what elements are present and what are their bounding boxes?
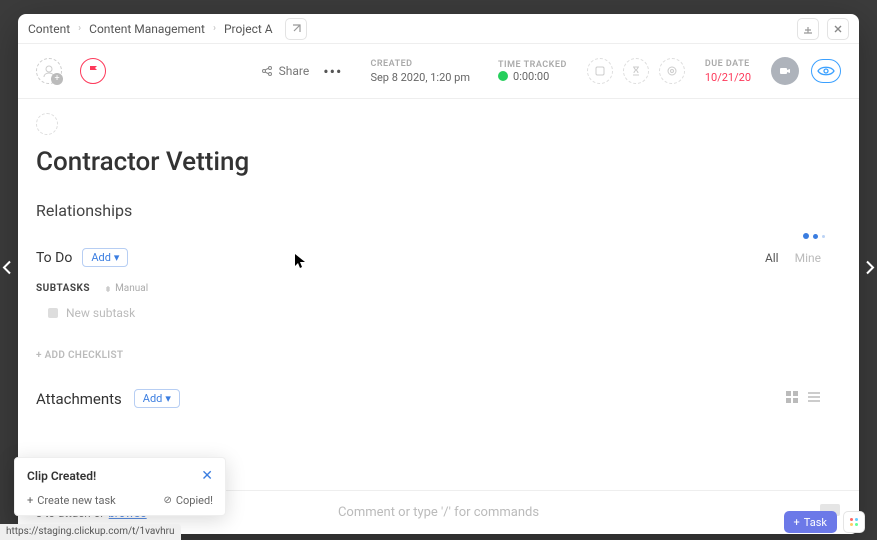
breadcrumb-bar: Content › Content Management › Project A <box>18 14 859 44</box>
open-new-icon[interactable] <box>285 18 307 40</box>
add-checklist-button[interactable]: + ADD CHECKLIST <box>36 350 841 361</box>
priority-flag-button[interactable] <box>80 58 106 84</box>
toast-copied-button[interactable]: ⊘ Copied! <box>163 494 213 507</box>
sprint-icon[interactable] <box>659 58 685 84</box>
grid-view-icon[interactable] <box>785 389 799 408</box>
todo-tab-all[interactable]: All <box>765 251 779 265</box>
loading-indicator <box>803 233 825 239</box>
plus-icon: + <box>51 73 63 85</box>
new-subtask-placeholder: New subtask <box>66 306 135 320</box>
time-tracked-label: TIME TRACKED <box>498 60 567 70</box>
status-url-bar: https://staging.clickup.com/t/1vavhru <box>0 524 181 540</box>
created-value: Sep 8 2020, 1:20 pm <box>370 71 470 84</box>
todo-tab-mine[interactable]: Mine <box>795 251 821 265</box>
comment-input[interactable]: Comment or type '/' for commands <box>338 505 539 520</box>
breadcrumb-item[interactable]: Content Management <box>89 22 205 36</box>
apps-grid-button[interactable] <box>843 511 865 533</box>
watchers-button[interactable] <box>811 59 841 83</box>
chevron-right-icon: › <box>78 23 81 34</box>
due-date-value: 10/21/20 <box>705 71 751 84</box>
sort-manual-toggle[interactable]: Manual <box>104 283 148 294</box>
task-header: + Share ••• CREATED Sep 8 2020, 1:20 pm … <box>18 44 859 99</box>
more-menu-icon[interactable]: ••• <box>323 62 342 81</box>
close-icon[interactable] <box>827 18 849 40</box>
new-task-fab[interactable]: + Task <box>784 511 837 533</box>
minimize-icon[interactable] <box>797 18 819 40</box>
link-icon: ⊘ <box>163 495 171 506</box>
due-date-meta[interactable]: DUE DATE 10/21/20 <box>705 59 751 84</box>
share-button[interactable]: Share <box>261 64 310 78</box>
due-date-label: DUE DATE <box>705 59 751 69</box>
breadcrumb-item[interactable]: Project A <box>224 22 273 36</box>
breadcrumb-item[interactable]: Content <box>28 22 70 36</box>
created-meta: CREATED Sep 8 2020, 1:20 pm <box>370 59 470 84</box>
task-body: Contractor Vetting Relationships To Do A… <box>18 99 859 490</box>
toast-title: Clip Created! <box>27 469 96 483</box>
caret-down-icon: ▾ <box>114 251 120 264</box>
play-icon[interactable] <box>498 71 508 81</box>
task-modal: Content › Content Management › Project A <box>18 14 859 534</box>
time-tracked-value: 0:00:00 <box>513 70 549 83</box>
toast-close-icon[interactable]: ✕ <box>201 468 213 484</box>
chevron-right-icon: › <box>213 23 216 34</box>
plus-icon: + <box>27 494 33 507</box>
prev-task-chevron[interactable] <box>2 260 12 281</box>
estimate-icon[interactable] <box>587 58 613 84</box>
caret-down-icon: ▾ <box>165 392 171 405</box>
todo-add-button[interactable]: Add ▾ <box>82 248 128 267</box>
toast-create-task-button[interactable]: + Create new task <box>27 494 116 507</box>
new-subtask-input[interactable]: New subtask <box>36 306 841 320</box>
list-view-icon[interactable] <box>807 389 821 408</box>
share-label: Share <box>279 64 310 78</box>
task-title[interactable]: Contractor Vetting <box>36 147 841 177</box>
plus-icon: + <box>794 516 800 529</box>
subtasks-heading: SUBTASKS <box>36 283 90 294</box>
time-tracked-meta: TIME TRACKED 0:00:00 <box>498 60 567 83</box>
next-task-chevron[interactable] <box>865 260 875 281</box>
attachments-add-button[interactable]: Add ▾ <box>134 389 180 408</box>
created-label: CREATED <box>370 59 470 69</box>
relationships-heading: Relationships <box>36 201 841 220</box>
clip-created-toast: Clip Created! ✕ + Create new task ⊘ Copi… <box>14 457 226 516</box>
record-clip-button[interactable] <box>771 57 799 85</box>
subtask-status-icon <box>48 308 58 318</box>
assignee-avatar-placeholder[interactable]: + <box>36 58 62 84</box>
todo-heading: To Do <box>36 250 72 266</box>
timer-icon[interactable] <box>623 58 649 84</box>
attachments-heading: Attachments <box>36 390 122 408</box>
status-placeholder[interactable] <box>36 113 58 135</box>
